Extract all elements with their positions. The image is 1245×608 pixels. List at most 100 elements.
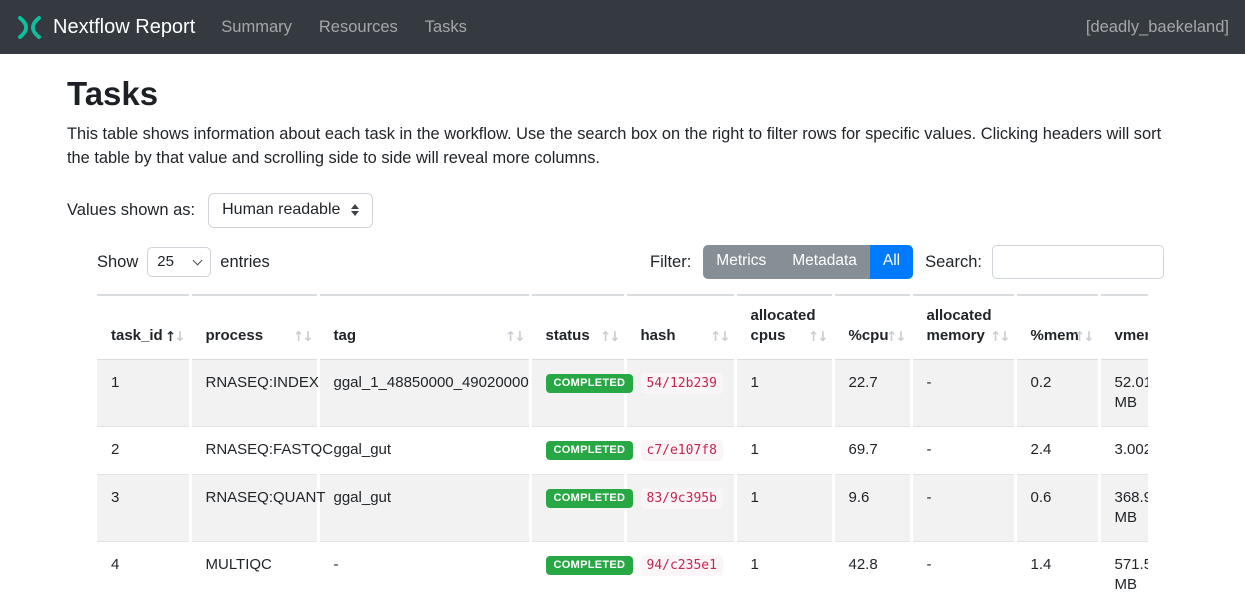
column-header-pct_mem[interactable]: %mem↑↓ bbox=[1015, 295, 1099, 360]
tasks-table: task_id↑↓process↑↓tag↑↓status↑↓hash↑↓all… bbox=[97, 294, 1148, 608]
nav-item-tasks[interactable]: Tasks bbox=[425, 18, 467, 37]
sort-arrows-icon: ↑↓ bbox=[886, 327, 905, 347]
cell-pct_cpu: 9.6 bbox=[833, 475, 911, 542]
cell-vmem: 571.58 MB bbox=[1099, 542, 1148, 608]
table-row: 1RNASEQ:INDEXggal_1_48850000_49020000COM… bbox=[97, 360, 1148, 427]
cell-vmem: 52.016 MB bbox=[1099, 360, 1148, 427]
hash-code: 94/c235e1 bbox=[641, 555, 723, 576]
table-row: 3RNASEQ:QUANTggal_gutCOMPLETED83/9c395b1… bbox=[97, 475, 1148, 542]
filter-button-metadata[interactable]: Metadata bbox=[779, 245, 870, 279]
sort-arrows-icon: ↑↓ bbox=[505, 327, 524, 347]
cell-allocated_cpus: 1 bbox=[735, 542, 833, 608]
cell-task_id: 3 bbox=[97, 475, 190, 542]
sort-arrows-icon: ↑↓ bbox=[600, 327, 619, 347]
column-header-process[interactable]: process↑↓ bbox=[190, 295, 318, 360]
page-title: Tasks bbox=[67, 75, 1178, 113]
values-shown-row: Values shown as: Human readable bbox=[67, 193, 1178, 228]
filter-search-controls: Filter: Metrics Metadata All Search: bbox=[650, 245, 1164, 279]
cell-hash: 94/c235e1 bbox=[625, 542, 735, 608]
column-header-vmem[interactable]: vmem↑↓ bbox=[1099, 295, 1148, 360]
column-header-allocated_cpus[interactable]: allocated cpus↑↓ bbox=[735, 295, 833, 360]
cell-pct_mem: 1.4 bbox=[1015, 542, 1099, 608]
cell-allocated_memory: - bbox=[911, 542, 1015, 608]
cell-pct_mem: 2.4 bbox=[1015, 427, 1099, 475]
cell-hash: 54/12b239 bbox=[625, 360, 735, 427]
datatable-controls: Show 25 entries Filter: Metrics Metadata… bbox=[97, 245, 1164, 279]
cell-allocated_memory: - bbox=[911, 427, 1015, 475]
filter-button-all[interactable]: All bbox=[870, 245, 913, 279]
cell-vmem: 3.002 bbox=[1099, 427, 1148, 475]
column-label: hash bbox=[641, 327, 676, 344]
cell-process: RNASEQ:QUANT bbox=[190, 475, 318, 542]
search-input[interactable] bbox=[992, 245, 1164, 279]
column-header-pct_cpu[interactable]: %cpu↑↓ bbox=[833, 295, 911, 360]
nav-item-resources[interactable]: Resources bbox=[319, 18, 398, 37]
cell-status: COMPLETED bbox=[530, 360, 625, 427]
sort-arrows-icon: ↑↓ bbox=[808, 327, 827, 347]
table-scroll-area[interactable]: task_id↑↓process↑↓tag↑↓status↑↓hash↑↓all… bbox=[97, 294, 1148, 608]
cell-vmem: 368.95 MB bbox=[1099, 475, 1148, 542]
cell-tag: - bbox=[318, 542, 530, 608]
cell-tag: ggal_gut bbox=[318, 427, 530, 475]
column-header-tag[interactable]: tag ↑↓ bbox=[318, 295, 530, 360]
nav-item-summary[interactable]: Summary bbox=[221, 18, 292, 37]
table-row: 2RNASEQ:FASTQCggal_gutCOMPLETEDc7/e107f8… bbox=[97, 427, 1148, 475]
cell-process: MULTIQC bbox=[190, 542, 318, 608]
values-shown-label: Values shown as: bbox=[67, 201, 195, 220]
nextflow-logo-icon bbox=[16, 14, 43, 41]
status-badge: COMPLETED bbox=[546, 489, 634, 509]
cell-allocated_memory: - bbox=[911, 475, 1015, 542]
cell-process: RNASEQ:INDEX bbox=[190, 360, 318, 427]
cell-task_id: 2 bbox=[97, 427, 190, 475]
show-label: Show bbox=[97, 253, 138, 272]
column-label: %mem bbox=[1031, 327, 1079, 344]
cell-tag: ggal_gut bbox=[318, 475, 530, 542]
cell-tag: ggal_1_48850000_49020000 bbox=[318, 360, 530, 427]
navbar: Nextflow Report Summary Resources Tasks … bbox=[0, 0, 1245, 54]
hash-code: 83/9c395b bbox=[641, 488, 723, 509]
status-badge: COMPLETED bbox=[546, 556, 634, 576]
cell-pct_mem: 0.6 bbox=[1015, 475, 1099, 542]
search-label: Search: bbox=[925, 253, 982, 272]
page-length-control: Show 25 entries bbox=[97, 247, 270, 277]
column-label: %cpu bbox=[849, 327, 889, 344]
filter-label: Filter: bbox=[650, 253, 691, 272]
cell-pct_cpu: 42.8 bbox=[833, 542, 911, 608]
cell-status: COMPLETED bbox=[530, 427, 625, 475]
cell-task_id: 4 bbox=[97, 542, 190, 608]
column-header-task_id[interactable]: task_id↑↓ bbox=[97, 295, 190, 360]
status-badge: COMPLETED bbox=[546, 374, 634, 394]
cell-pct_cpu: 69.7 bbox=[833, 427, 911, 475]
datatable-wrapper: Show 25 entries Filter: Metrics Metadata… bbox=[97, 245, 1164, 608]
column-header-allocated_memory[interactable]: allocated memory↑↓ bbox=[911, 295, 1015, 360]
sort-arrows-icon: ↑↓ bbox=[165, 327, 184, 347]
navbar-links: Summary Resources Tasks bbox=[221, 18, 467, 37]
navbar-brand[interactable]: Nextflow Report bbox=[53, 16, 195, 39]
search-control: Search: bbox=[925, 245, 1164, 279]
run-name: [deadly_baekeland] bbox=[1086, 18, 1229, 37]
cell-allocated_cpus: 1 bbox=[735, 427, 833, 475]
chevron-down-icon bbox=[193, 255, 203, 265]
cell-status: COMPLETED bbox=[530, 475, 625, 542]
filter-button-group: Metrics Metadata All bbox=[703, 245, 913, 279]
cell-pct_cpu: 22.7 bbox=[833, 360, 911, 427]
table-body: 1RNASEQ:INDEXggal_1_48850000_49020000COM… bbox=[97, 360, 1148, 608]
hash-code: 54/12b239 bbox=[641, 373, 723, 394]
page-length-select[interactable]: 25 bbox=[147, 247, 211, 277]
column-label: process bbox=[206, 327, 264, 344]
column-header-status[interactable]: status ↑↓ bbox=[530, 295, 625, 360]
column-label: tag bbox=[334, 327, 357, 344]
filter-button-metrics[interactable]: Metrics bbox=[703, 245, 779, 279]
column-label: status bbox=[546, 327, 590, 344]
page-description: This table shows information about each … bbox=[67, 122, 1165, 170]
values-shown-select[interactable]: Human readable bbox=[208, 193, 373, 228]
hash-code: c7/e107f8 bbox=[641, 440, 723, 461]
cell-task_id: 1 bbox=[97, 360, 190, 427]
column-header-hash[interactable]: hash ↑↓ bbox=[625, 295, 735, 360]
sort-arrows-icon: ↑↓ bbox=[710, 327, 729, 347]
main-content: Tasks This table shows information about… bbox=[0, 75, 1245, 608]
values-shown-selected: Human readable bbox=[222, 201, 340, 219]
cell-allocated_cpus: 1 bbox=[735, 360, 833, 427]
cell-status: COMPLETED bbox=[530, 542, 625, 608]
cell-allocated_memory: - bbox=[911, 360, 1015, 427]
